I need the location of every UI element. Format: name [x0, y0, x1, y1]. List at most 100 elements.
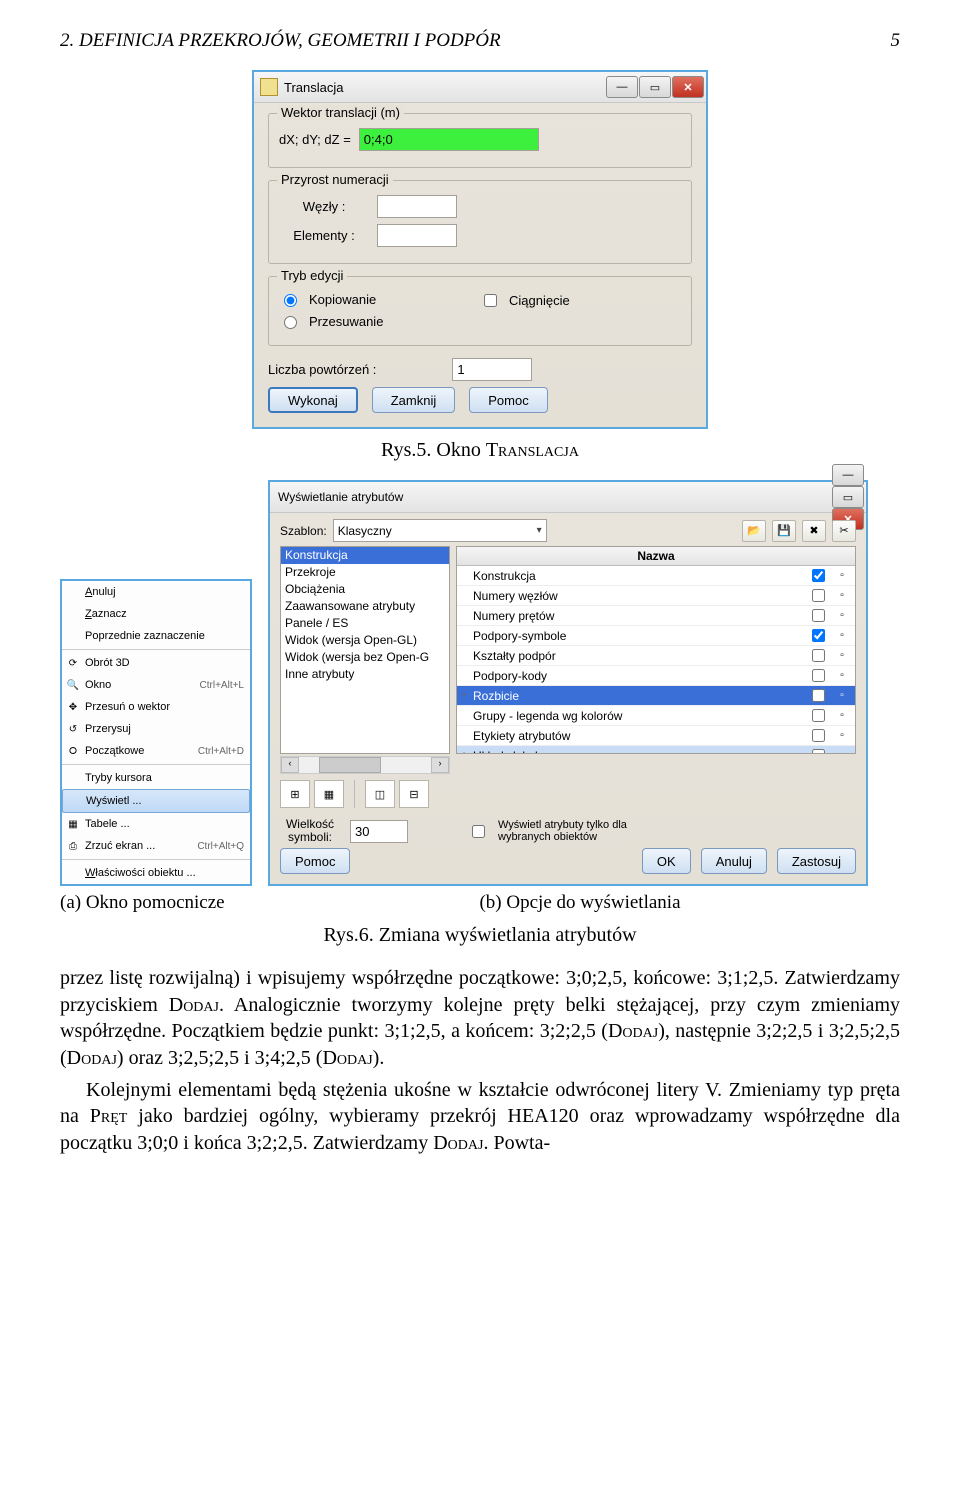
expand-icon[interactable]: + [457, 750, 471, 754]
menu-item[interactable]: ⟳Obrót 3D [62, 652, 250, 674]
group-wektor: Wektor translacji (m) [277, 105, 404, 120]
only-selected-checkbox[interactable] [472, 825, 485, 838]
attribute-row[interactable]: Numery węzłów▫ [457, 586, 855, 606]
zastosuj-button[interactable]: Zastosuj [777, 848, 856, 874]
minimize-button[interactable]: — [606, 76, 638, 98]
attribute-row[interactable]: +Układy lokalne▫ [457, 746, 855, 754]
cut-icon[interactable]: ✂ [832, 520, 856, 542]
tile-icon[interactable]: ◫ [365, 780, 395, 808]
menu-label: Tabele ... [85, 818, 130, 830]
category-list[interactable]: KonstrukcjaPrzekrojeObciążeniaZaawansowa… [280, 546, 450, 754]
list-item[interactable]: Zaawansowane atrybuty [281, 598, 449, 615]
elementy-input[interactable] [377, 224, 457, 247]
open-icon[interactable]: 📂 [742, 520, 766, 542]
delete-icon[interactable]: ✖ [802, 520, 826, 542]
dialog-title: Translacja [284, 80, 343, 95]
attribute-symbol-icon: ▫ [829, 670, 855, 681]
liczba-input[interactable] [452, 358, 532, 381]
menu-shortcut: Ctrl+Alt+Q [197, 841, 244, 852]
kopiowanie-radio[interactable] [284, 294, 297, 307]
menu-item[interactable]: Właściwości obiektu ... [62, 862, 250, 884]
menu-item[interactable]: Poprzednie zaznaczenie [62, 625, 250, 647]
menu-item[interactable]: Wyświetl ... [62, 789, 250, 813]
menu-icon: ▦ [66, 817, 80, 831]
only-selected-label: Wyświetl atrybuty tylko dla wybranych ob… [498, 819, 678, 843]
wezly-input[interactable] [377, 195, 457, 218]
menu-item[interactable]: ⭘PoczątkoweCtrl+Alt+D [62, 740, 250, 762]
attribute-row[interactable]: Grupy - legenda wg kolorów ▫ [457, 706, 855, 726]
titlebar[interactable]: Translacja — ▭ ✕ [254, 72, 706, 103]
attribute-row[interactable]: Podpory-symbole▫ [457, 626, 855, 646]
list-item[interactable]: Obciążenia [281, 581, 449, 598]
menu-item[interactable]: ⎙Zrzuć ekran ...Ctrl+Alt+Q [62, 835, 250, 857]
attribute-name: Grupy - legenda wg kolorów [471, 709, 807, 723]
attribute-symbol-icon: ▫ [829, 610, 855, 621]
wykonaj-button[interactable]: Wykonaj [268, 387, 358, 413]
maximize-button[interactable]: ▭ [832, 486, 864, 508]
attribute-row[interactable]: +Rozbicie▫ [457, 686, 855, 706]
expand-icon[interactable]: + [457, 690, 471, 701]
attribute-checkbox[interactable] [812, 569, 825, 582]
menu-icon: ✥ [66, 700, 80, 714]
close-button[interactable]: ✕ [672, 76, 704, 98]
attribute-symbol-icon: ▫ [829, 710, 855, 721]
ciagniecie-checkbox[interactable] [484, 294, 497, 307]
list-item[interactable]: Konstrukcja [281, 547, 449, 564]
ok-button[interactable]: OK [642, 848, 691, 874]
list-item[interactable]: Panele / ES [281, 615, 449, 632]
attribute-checkbox[interactable] [812, 669, 825, 682]
list-item[interactable]: Przekroje [281, 564, 449, 581]
menu-item[interactable]: Zaznacz [62, 603, 250, 625]
app-icon [260, 78, 278, 96]
save-icon[interactable]: 💾 [772, 520, 796, 542]
group-przyrost: Przyrost numeracji [277, 172, 393, 187]
attribute-checkbox[interactable] [812, 709, 825, 722]
menu-item[interactable]: 🔍OknoCtrl+Alt+L [62, 674, 250, 696]
attribute-row[interactable]: Etykiety atrybutów▫ [457, 726, 855, 746]
zamknij-button[interactable]: Zamknij [372, 387, 456, 413]
maximize-button[interactable]: ▭ [639, 76, 671, 98]
attribute-row[interactable]: Podpory-kody▫ [457, 666, 855, 686]
list-item[interactable]: Inne atrybuty [281, 666, 449, 683]
menu-item[interactable]: ↺Przerysuj [62, 718, 250, 740]
menu-item[interactable]: Tryby kursora [62, 767, 250, 789]
attribute-row[interactable]: Numery prętów▫ [457, 606, 855, 626]
przesuwanie-radio[interactable] [284, 316, 297, 329]
attribute-checkbox[interactable] [812, 749, 825, 754]
vector-input[interactable] [359, 128, 539, 151]
grid-icon[interactable]: ▦ [314, 780, 344, 808]
attribute-list[interactable]: Nazwa Konstrukcja▫Numery węzłów▫Numery p… [456, 546, 856, 754]
pomoc-button[interactable]: Pomoc [469, 387, 547, 413]
attribute-checkbox[interactable] [812, 609, 825, 622]
pomoc-button[interactable]: Pomoc [280, 848, 350, 874]
list-item[interactable]: Widok (wersja bez Open-G [281, 649, 449, 666]
atrybuty-dialog: Wyświetlanie atrybutów — ▭ ✕ Szablon: Kl… [268, 480, 868, 886]
attribute-checkbox[interactable] [812, 689, 825, 702]
attribute-row[interactable]: Konstrukcja▫ [457, 566, 855, 586]
menu-icon [66, 607, 80, 621]
minimize-button[interactable]: — [832, 464, 864, 486]
menu-item[interactable]: Anuluj [62, 581, 250, 603]
anuluj-button[interactable]: Anuluj [701, 848, 767, 874]
section-title: 2. DEFINICJA PRZEKROJÓW, GEOMETRII I POD… [60, 30, 501, 52]
attribute-symbol-icon: ▫ [829, 750, 855, 754]
menu-label: Zrzuć ekran ... [85, 840, 155, 852]
layout-icon[interactable]: ⊞ [280, 780, 310, 808]
attribute-checkbox[interactable] [812, 629, 825, 642]
titlebar[interactable]: Wyświetlanie atrybutów — ▭ ✕ [270, 482, 866, 513]
wielkosc-input[interactable] [350, 820, 408, 843]
menu-label: Wyświetl ... [86, 795, 142, 807]
attribute-row[interactable]: Kształty podpór▫ [457, 646, 855, 666]
menu-icon: 🔍 [66, 678, 80, 692]
hscrollbar[interactable]: ‹› [280, 756, 450, 774]
attribute-checkbox[interactable] [812, 649, 825, 662]
szablon-combo[interactable]: Klasyczny [333, 519, 547, 542]
list-item[interactable]: Widok (wersja Open-GL) [281, 632, 449, 649]
menu-item[interactable]: ✥Przesuń o wektor [62, 696, 250, 718]
attribute-checkbox[interactable] [812, 729, 825, 742]
stack-icon[interactable]: ⊟ [399, 780, 429, 808]
attribute-checkbox[interactable] [812, 589, 825, 602]
wezly-label: Węzły : [279, 199, 369, 214]
body-text: przez listę rozwijalną) i wpisujemy wspó… [60, 965, 900, 1156]
menu-item[interactable]: ▦ Tabele ... [62, 813, 250, 835]
